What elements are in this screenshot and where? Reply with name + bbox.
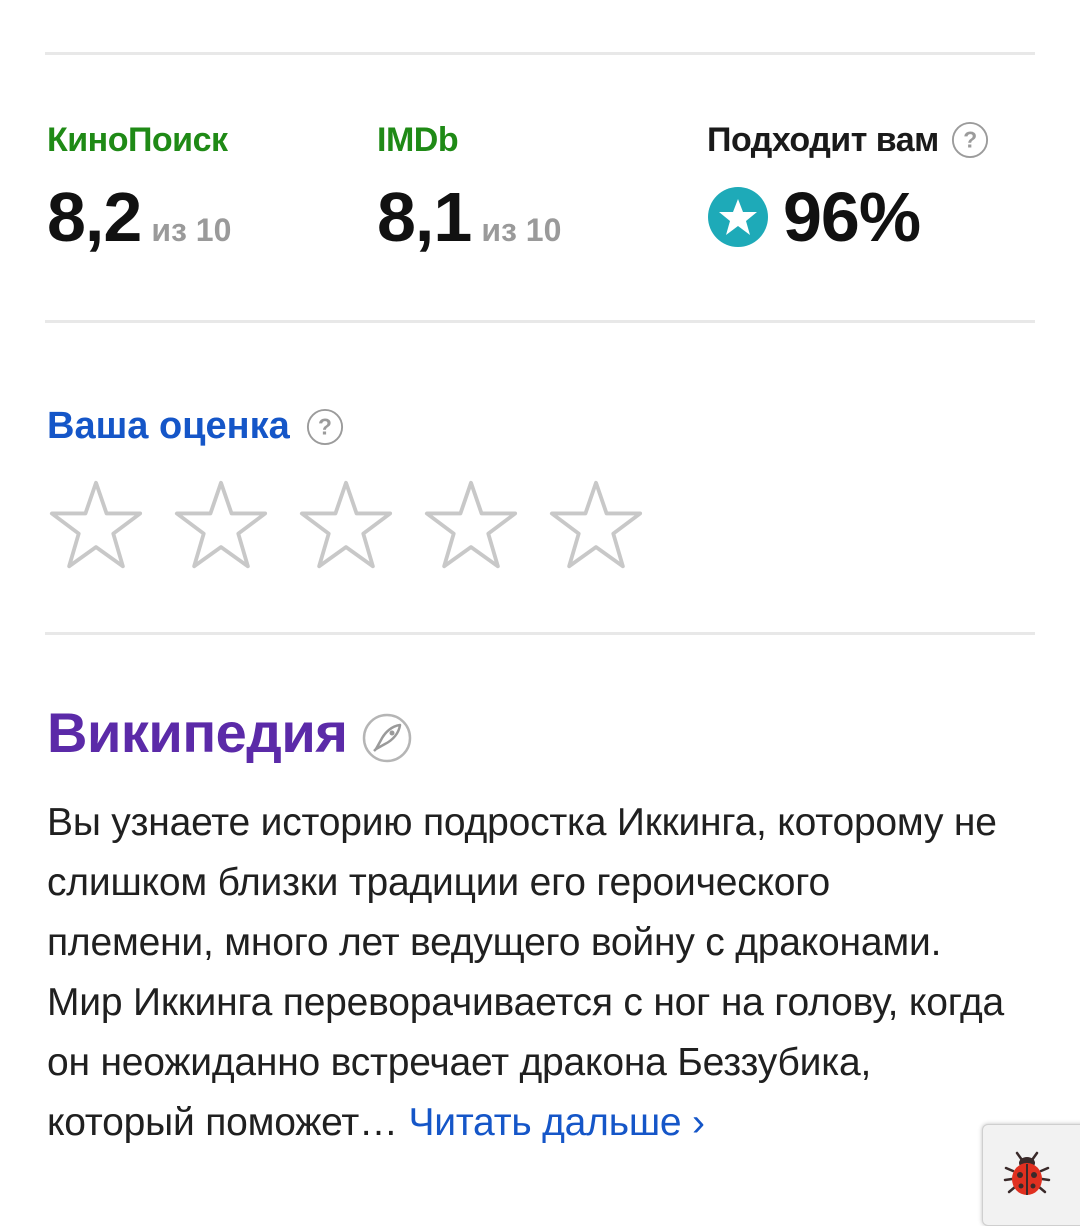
star-rating	[48, 478, 673, 572]
kinopoisk-label: КиноПоиск	[47, 121, 228, 159]
wikipedia-heading: Википедия	[47, 700, 413, 765]
wikipedia-text: Вы узнаете историю подростка Иккинга, ко…	[47, 801, 1005, 1144]
top-divider	[45, 52, 1035, 55]
bug-report-button[interactable]	[982, 1124, 1080, 1226]
star-4-icon[interactable]	[423, 478, 519, 572]
imdb-score: 8,1	[377, 178, 472, 256]
kinopoisk-scale: из 10	[151, 212, 232, 248]
imdb-rating: IMDb 8,1 из 10	[377, 120, 561, 252]
help-icon[interactable]: ?	[951, 121, 989, 159]
star-1-icon[interactable]	[48, 478, 144, 572]
star-3-icon[interactable]	[298, 478, 394, 572]
kinopoisk-rating: КиноПоиск 8,2 из 10	[47, 120, 231, 252]
wikipedia-description: Вы узнаете историю подростка Иккинга, ко…	[47, 793, 1007, 1153]
match-label: Подходит вам	[707, 121, 939, 159]
rating-divider	[45, 632, 1035, 635]
help-icon[interactable]: ?	[306, 408, 344, 446]
svg-text:?: ?	[963, 127, 976, 153]
imdb-label: IMDb	[377, 121, 459, 159]
wikipedia-title: Википедия	[47, 701, 348, 764]
ratings-divider	[45, 320, 1035, 323]
kinopoisk-score: 8,2	[47, 178, 142, 256]
your-rating-label: Ваша оценка	[47, 405, 290, 447]
match-percent: 96%	[783, 178, 921, 256]
your-rating-heading: Ваша оценка ?	[47, 405, 344, 448]
match-rating: Подходит вам ? 96%	[707, 120, 989, 252]
rocket-icon[interactable]	[361, 712, 413, 764]
ladybug-icon	[1003, 1151, 1051, 1195]
read-more-link[interactable]: Читать дальше ›	[408, 1101, 705, 1144]
svg-text:?: ?	[318, 413, 332, 439]
star-2-icon[interactable]	[173, 478, 269, 572]
star-badge-icon	[708, 187, 768, 247]
star-5-icon[interactable]	[548, 478, 644, 572]
imdb-scale: из 10	[481, 212, 562, 248]
